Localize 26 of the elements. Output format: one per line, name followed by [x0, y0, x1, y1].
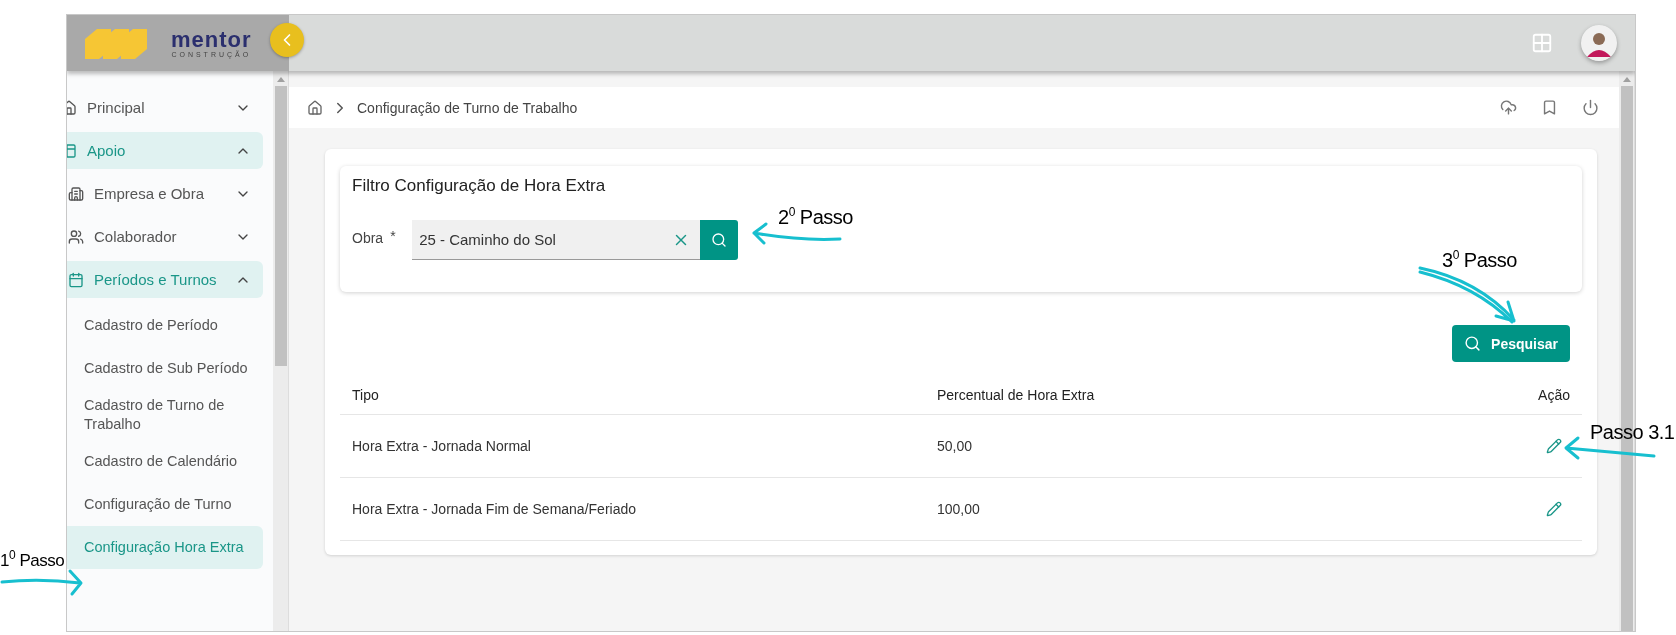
logo-name: mentor	[171, 28, 252, 51]
sidebar-item[interactable]: Cadastro de Calendário	[67, 440, 263, 483]
sidebar-item[interactable]: Cadastro de Sub Período	[67, 347, 263, 390]
sidebar-item[interactable]: Colaborador	[67, 218, 263, 255]
table-cell-text: Hora Extra - Jornada Fim de Semana/Feriado	[352, 501, 637, 517]
column-header: Tipo	[352, 387, 380, 403]
required-mark: *	[390, 227, 397, 244]
table-cell-text: Hora Extra - Jornada Normal	[352, 438, 532, 454]
sidebar-item[interactable]: Configuração de Turno	[67, 483, 263, 526]
sidebar-item[interactable]: Cadastro de Período	[67, 304, 263, 347]
column-header: Ação	[1537, 387, 1570, 403]
step-annotation: 1$^{0}$ Passo	[0, 548, 65, 571]
table-cell-text: 100,00	[937, 501, 981, 517]
column-header: Percentual de Hora Extra	[937, 387, 1096, 403]
search-button[interactable]: Pesquisar	[1452, 325, 1570, 362]
field-label: Obra	[352, 229, 384, 246]
filter-title: Filtro Configuração de Hora Extra	[352, 176, 607, 196]
step-annotation: 2$^{0}$ Passo	[778, 205, 853, 229]
table-cell-text: 50,00	[937, 438, 974, 454]
sidebar-item[interactable]: Principal	[67, 89, 263, 126]
obra-field[interactable]: 25 - Caminho do Sol	[412, 220, 701, 260]
sidebar-item[interactable]: Cadastro de Turno de Trabalho	[67, 390, 263, 440]
breadcrumb-item[interactable]: Configuração de Turno de Trabalho	[357, 99, 1492, 116]
sidebar-item[interactable]: Empresa e Obra	[67, 175, 263, 212]
step-annotation: Passo 3.1	[1590, 421, 1675, 444]
step-annotation: 3$^{0}$ Passo	[1442, 248, 1517, 272]
